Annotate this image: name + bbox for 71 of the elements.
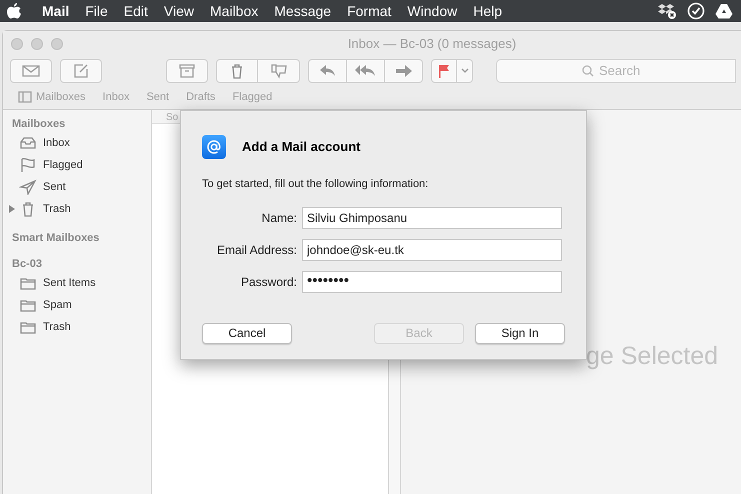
flag-menu-button[interactable] xyxy=(457,59,473,83)
thumbs-down-icon xyxy=(270,63,286,79)
sidebar-item-label: Flagged xyxy=(43,158,83,173)
junk-button[interactable] xyxy=(258,59,300,83)
forward-button[interactable] xyxy=(385,59,423,83)
menu-item[interactable]: Mail xyxy=(34,0,78,22)
apple-logo-icon[interactable] xyxy=(6,2,22,20)
reply-all-arrows-icon xyxy=(354,65,376,77)
field-label: Name: xyxy=(260,210,298,226)
sidebar-toggle-icon[interactable] xyxy=(18,91,32,103)
get-mail-button[interactable] xyxy=(10,59,52,83)
sidebar-item[interactable]: Sent xyxy=(3,176,151,198)
dialog-button[interactable]: Cancel xyxy=(202,322,292,344)
menu-item[interactable]: File xyxy=(77,0,116,22)
flag-icon xyxy=(19,157,37,173)
sidebar-section-title: Bc-03 xyxy=(11,257,43,272)
sidebar-item-label: Sent Items xyxy=(43,276,96,291)
inbox-tray-icon xyxy=(19,135,37,151)
sidebar-item-label: Sent xyxy=(43,180,66,195)
sidebar-section-title: Smart Mailboxes xyxy=(11,231,100,246)
dropbox-icon[interactable] xyxy=(657,2,677,20)
search-field[interactable]: Search xyxy=(496,58,736,83)
window-control-icon[interactable] xyxy=(11,38,23,50)
sidebar-item-label: Inbox xyxy=(43,136,70,151)
sidebar-item[interactable]: Inbox xyxy=(3,132,151,154)
envelope-icon xyxy=(22,65,40,77)
archive-button[interactable] xyxy=(166,59,208,83)
menu-item[interactable]: Window xyxy=(399,0,466,22)
sidebar-item[interactable]: Trash xyxy=(3,198,151,220)
field-label: Email Address: xyxy=(216,242,298,258)
sidebar-item-label: Trash xyxy=(43,320,71,335)
menu-item[interactable]: Edit xyxy=(116,0,156,22)
compose-button[interactable] xyxy=(60,59,102,83)
forward-arrow-icon xyxy=(396,65,412,77)
sidebar-section-title: Mailboxes xyxy=(11,117,66,132)
disclosure-triangle-icon[interactable] xyxy=(9,205,15,213)
chevron-down-icon xyxy=(460,68,468,74)
flag-button[interactable] xyxy=(431,59,457,83)
window-title: Inbox — Bc-03 (0 messages) xyxy=(346,35,518,54)
window-control-icon[interactable] xyxy=(31,38,43,50)
triangle-drive-icon[interactable] xyxy=(715,3,733,19)
reply-button[interactable] xyxy=(308,59,347,83)
search-icon xyxy=(582,64,594,77)
paper-plane-icon xyxy=(19,179,37,195)
reply-arrow-icon xyxy=(320,65,336,77)
dialog-title: Add a Mail account xyxy=(242,138,360,156)
sidebar-item[interactable]: Flagged xyxy=(3,154,151,176)
compose-icon xyxy=(73,63,89,79)
flag-icon xyxy=(438,64,450,78)
sidebar-item[interactable]: Sent Items xyxy=(3,272,151,294)
reply-all-button[interactable] xyxy=(347,59,385,83)
sidebar-item-label: Trash xyxy=(43,202,71,217)
menu-item[interactable]: Help xyxy=(465,0,510,22)
menu-item[interactable]: Format xyxy=(339,0,400,22)
menu-item[interactable]: Message xyxy=(266,0,340,22)
window-control-icon[interactable] xyxy=(51,38,63,50)
checkmark-circle-icon[interactable] xyxy=(687,2,705,20)
delete-button[interactable] xyxy=(216,59,258,83)
at-sign-icon xyxy=(202,135,226,159)
archive-box-icon xyxy=(179,64,195,78)
field-label: Password: xyxy=(240,274,298,290)
input-field[interactable]: johndoe@sk-eu.tk xyxy=(302,238,562,260)
menu-item[interactable]: Mailbox xyxy=(202,0,266,22)
menu-item[interactable]: View xyxy=(156,0,202,22)
input-field[interactable]: Silviu Ghimposanu xyxy=(302,206,562,228)
sidebar-item[interactable]: Trash xyxy=(3,316,151,338)
password-field[interactable]: •••••••• xyxy=(302,270,562,292)
sidebar-item[interactable]: Spam xyxy=(3,294,151,316)
sidebar-item-label: Spam xyxy=(43,298,72,313)
dialog-intro: To get started, fill out the following information: xyxy=(202,177,430,192)
dialog-button[interactable]: Sign In xyxy=(475,322,565,344)
